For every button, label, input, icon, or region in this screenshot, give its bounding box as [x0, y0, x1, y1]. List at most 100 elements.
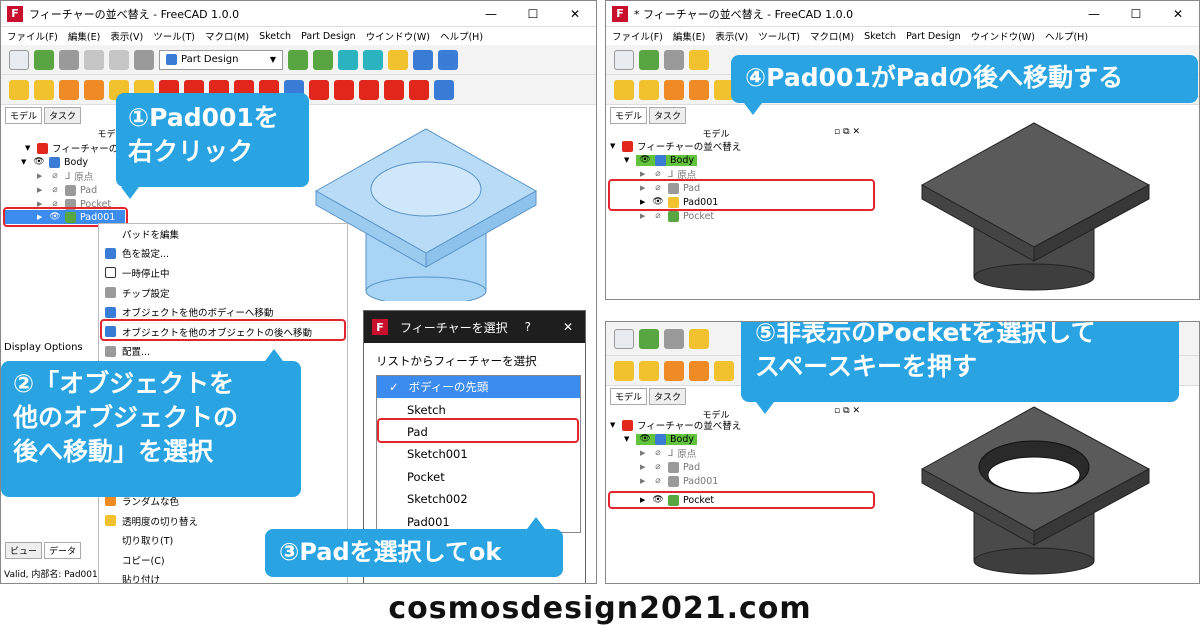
minimize-button[interactable]: — [1073, 7, 1115, 21]
part-icon[interactable] [388, 49, 408, 70]
zoom-fit-icon[interactable] [288, 49, 308, 70]
open-icon[interactable] [34, 49, 54, 70]
maximize-button[interactable]: ☐ [512, 7, 554, 21]
menu-window[interactable]: ウインドウ(W) [971, 29, 1035, 43]
menu-item-toggle-transparency[interactable]: 透明度の切り替え [99, 511, 347, 531]
additive-loft-icon[interactable] [664, 360, 684, 381]
eye-hidden-icon[interactable]: ⌀ [49, 171, 61, 181]
menu-view[interactable]: 表示(V) [110, 29, 143, 43]
tree-item-body[interactable]: ▼ 👁 Body [624, 432, 697, 446]
maximize-button[interactable]: ☐ [1115, 7, 1157, 21]
tab-tasks[interactable]: タスク [44, 107, 82, 124]
open-icon[interactable] [639, 49, 659, 70]
additive-loft-icon[interactable] [664, 79, 684, 100]
list-item-sketch002[interactable]: Sketch002 [377, 488, 580, 510]
help-button[interactable]: ? [525, 320, 531, 334]
view-cube-icon[interactable] [338, 49, 358, 70]
menu-item-suppress[interactable]: 一時停止中 [99, 263, 347, 283]
new-document-icon[interactable] [614, 328, 634, 349]
menu-help[interactable]: ヘルプ(H) [1045, 29, 1088, 43]
revolution-icon[interactable] [34, 79, 54, 100]
zoom-selection-icon[interactable] [313, 49, 333, 70]
pattern-icon[interactable] [434, 79, 454, 100]
undo-icon[interactable] [689, 49, 709, 70]
thickness-icon[interactable] [384, 79, 404, 100]
close-button[interactable]: ✕ [554, 7, 596, 21]
eye-icon[interactable]: 👁 [639, 155, 651, 165]
menu-help[interactable]: ヘルプ(H) [440, 29, 483, 43]
additive-pipe-icon[interactable] [84, 79, 104, 100]
tab-tasks[interactable]: タスク [649, 388, 687, 405]
menu-item-set-tip[interactable]: チップ設定 [99, 283, 347, 303]
dialog-close-button[interactable]: ✕ [563, 320, 573, 334]
menu-edit[interactable]: 編集(E) [68, 29, 100, 43]
refresh-icon[interactable] [134, 49, 154, 70]
tab-data[interactable]: データ [44, 542, 82, 559]
eye-hidden-icon[interactable]: ⌀ [652, 211, 664, 221]
fillet-icon[interactable] [309, 79, 329, 100]
eye-hidden-icon[interactable]: ⌀ [652, 448, 664, 458]
pad-icon[interactable] [9, 79, 29, 100]
list-item-pocket[interactable]: Pocket [377, 466, 580, 488]
tree-item-document[interactable]: ▼ フィーチャーの並べ替え [610, 418, 741, 432]
tree-item-origin[interactable]: ▶ ⌀ ⅃ 原点 [37, 169, 93, 184]
eye-icon[interactable]: 👁 [639, 434, 651, 444]
undo-icon[interactable] [84, 49, 104, 70]
additive-loft-icon[interactable] [59, 79, 79, 100]
revolution-icon[interactable] [639, 360, 659, 381]
menu-item-set-color[interactable]: 色を設定... [99, 244, 347, 264]
draft-icon[interactable] [359, 79, 379, 100]
menu-part-design[interactable]: Part Design [906, 31, 961, 42]
menu-item-edit-pad[interactable]: パッドを編集 [99, 224, 347, 244]
eye-hidden-icon[interactable]: ⌀ [49, 185, 61, 195]
tree-item-body[interactable]: ▼ 👁 Body [624, 153, 697, 167]
tree-item-pad001[interactable]: ▶ ⌀ Pad001 [640, 474, 718, 488]
tree-item-body[interactable]: ▼ 👁 Body [21, 155, 88, 169]
menu-item-placement[interactable]: 配置... [99, 342, 347, 362]
workbench-selector[interactable]: Part Design ▼ [159, 49, 283, 70]
tab-model[interactable]: モデル [610, 388, 648, 405]
eye-hidden-icon[interactable]: ⌀ [652, 462, 664, 472]
revolution-icon[interactable] [639, 79, 659, 100]
list-item-sketch001[interactable]: Sketch001 [377, 443, 580, 465]
chamfer-icon[interactable] [334, 79, 354, 100]
tab-model[interactable]: モデル [610, 107, 648, 124]
undo-icon[interactable] [689, 328, 709, 349]
body-icon[interactable] [438, 49, 458, 70]
additive-pipe-icon[interactable] [689, 360, 709, 381]
additive-pipe-icon[interactable] [689, 79, 709, 100]
save-icon[interactable] [59, 49, 79, 70]
save-icon[interactable] [664, 49, 684, 70]
menu-macro[interactable]: マクロ(M) [810, 29, 854, 43]
menu-tools[interactable]: ツール(T) [758, 29, 800, 43]
whats-this-icon[interactable] [413, 49, 433, 70]
new-document-icon[interactable] [9, 49, 29, 70]
mirror-icon[interactable] [409, 79, 429, 100]
eye-icon[interactable]: 👁 [33, 157, 45, 167]
menu-part-design[interactable]: Part Design [301, 31, 356, 42]
menu-tools[interactable]: ツール(T) [153, 29, 195, 43]
list-item-body-start[interactable]: ✓ ボディーの先頭 [377, 376, 580, 399]
tree-item-pocket[interactable]: ▶ ⌀ Pocket [640, 209, 714, 223]
eye-hidden-icon[interactable]: ⌀ [652, 169, 664, 179]
additive-helix-icon[interactable] [714, 360, 734, 381]
menu-macro[interactable]: マクロ(M) [205, 29, 249, 43]
tree-item-origin[interactable]: ▶ ⌀ ⅃ 原点 [640, 446, 696, 461]
open-icon[interactable] [639, 328, 659, 349]
tree-item-document[interactable]: ▼ フィーチャーの並べ替え [610, 139, 741, 153]
tree-item-pad[interactable]: ▶ ⌀ Pad [640, 460, 700, 474]
menu-view[interactable]: 表示(V) [715, 29, 748, 43]
pad-icon[interactable] [614, 360, 634, 381]
new-document-icon[interactable] [614, 49, 634, 70]
menu-sketch[interactable]: Sketch [864, 31, 896, 42]
eye-hidden-icon[interactable]: ⌀ [652, 476, 664, 486]
close-button[interactable]: ✕ [1157, 7, 1199, 21]
redo-icon[interactable] [109, 49, 129, 70]
pad-icon[interactable] [614, 79, 634, 100]
minimize-button[interactable]: — [470, 7, 512, 21]
menu-file[interactable]: ファイル(F) [612, 29, 663, 43]
tree-item-pad[interactable]: ▶ ⌀ Pad [37, 183, 97, 197]
tab-view[interactable]: ビュー [5, 542, 43, 559]
tab-model[interactable]: モデル [5, 107, 43, 124]
menu-edit[interactable]: 編集(E) [673, 29, 705, 43]
